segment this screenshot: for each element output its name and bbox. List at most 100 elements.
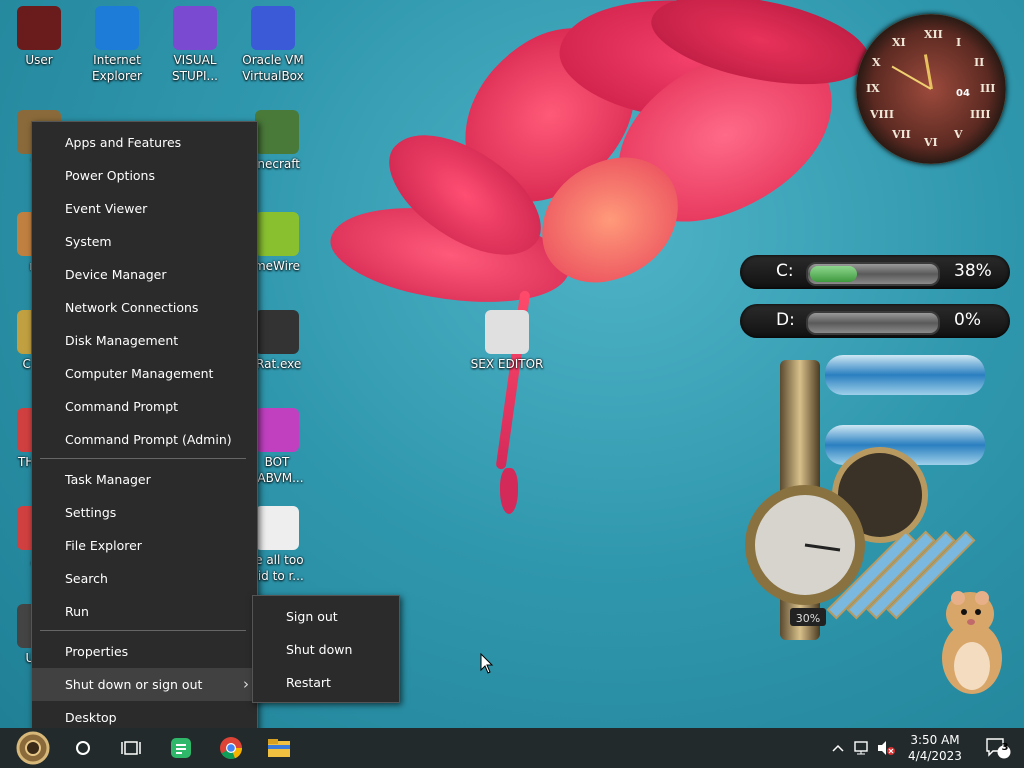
winx-context-menu: Apps and Features Power Options Event View… bbox=[31, 121, 258, 738]
app-icon bbox=[255, 408, 299, 452]
tray-volume-button[interactable] bbox=[874, 728, 898, 768]
app-icon bbox=[255, 506, 299, 550]
menu-item-label: Properties bbox=[65, 644, 129, 659]
taskbar: 3:50 AM 4/4/2023 3 bbox=[0, 728, 1024, 768]
drive-d-meter[interactable]: D: 0% bbox=[740, 304, 1010, 338]
drive-usage-fill bbox=[810, 266, 858, 282]
menu-item-command-prompt[interactable]: Command Prompt bbox=[32, 390, 257, 423]
clock-date-button[interactable]: 3:50 AM 4/4/2023 bbox=[900, 728, 970, 768]
clock-numeral: I bbox=[956, 36, 962, 49]
app-icon bbox=[255, 110, 299, 154]
taskbar-date: 4/4/2023 bbox=[908, 749, 962, 763]
desktop-icon[interactable]: User bbox=[2, 6, 76, 68]
flower-bud bbox=[500, 468, 518, 514]
menu-item-properties[interactable]: Properties bbox=[32, 635, 257, 668]
menu-item-network-connections[interactable]: Network Connections bbox=[32, 291, 257, 324]
taskbar-app-file-explorer[interactable] bbox=[256, 728, 302, 768]
glass-tube bbox=[825, 355, 985, 395]
clock-numeral: VI bbox=[924, 136, 938, 149]
menu-item-label: Command Prompt bbox=[65, 399, 179, 414]
clock-numeral: VII bbox=[892, 128, 911, 141]
menu-item-shut-down-or-sign-out[interactable]: Shut down or sign out › bbox=[32, 668, 257, 701]
menu-item-label: Task Manager bbox=[65, 472, 151, 487]
menu-item-computer-management[interactable]: Computer Management bbox=[32, 357, 257, 390]
menu-item-search[interactable]: Search bbox=[32, 562, 257, 595]
chevron-right-icon: › bbox=[243, 675, 249, 693]
hamster-mascot[interactable] bbox=[936, 578, 1008, 698]
desktop-icon-label: Internet Explorer bbox=[92, 53, 142, 83]
clock-numeral: III bbox=[980, 82, 996, 95]
folder-icon bbox=[268, 739, 290, 757]
menu-item-label: Computer Management bbox=[65, 366, 214, 381]
drive-usage-bar bbox=[806, 262, 940, 286]
menu-item-label: Device Manager bbox=[65, 267, 167, 282]
speaker-muted-icon bbox=[878, 741, 895, 755]
tray-network-button[interactable] bbox=[850, 728, 874, 768]
desktop-icon-label: Oracle VM VirtualBox bbox=[242, 53, 304, 83]
app-icon bbox=[485, 310, 529, 354]
shutdown-submenu: Sign out Shut down Restart bbox=[252, 595, 400, 703]
menu-item-label: Event Viewer bbox=[65, 201, 148, 216]
menu-item-label: System bbox=[65, 234, 112, 249]
menu-item-label: Power Options bbox=[65, 168, 155, 183]
menu-item-task-manager[interactable]: Task Manager bbox=[32, 463, 257, 496]
submenu-item-restart[interactable]: Restart bbox=[253, 666, 399, 699]
menu-item-label: Search bbox=[65, 571, 108, 586]
desktop-icon-label: SEX EDITOR bbox=[470, 357, 544, 371]
drive-label: C: bbox=[776, 261, 794, 281]
menu-item-label: Run bbox=[65, 604, 89, 619]
clock-numeral: II bbox=[974, 56, 985, 69]
menu-item-command-prompt-admin[interactable]: Command Prompt (Admin) bbox=[32, 423, 257, 456]
drive-c-meter[interactable]: C: 38% bbox=[740, 255, 1010, 289]
drive-label: D: bbox=[776, 310, 795, 330]
menu-item-settings[interactable]: Settings bbox=[32, 496, 257, 529]
taskbar-app-chrome[interactable] bbox=[208, 728, 254, 768]
search-button[interactable] bbox=[60, 728, 106, 768]
clock-numeral: X bbox=[872, 56, 881, 69]
task-view-button[interactable] bbox=[108, 728, 154, 768]
notification-count: 3 bbox=[1001, 742, 1009, 753]
drive-percent: 38% bbox=[954, 261, 992, 281]
clock-date: 04 bbox=[956, 88, 970, 99]
desktop-icon[interactable]: VISUAL STUPI... bbox=[158, 6, 232, 84]
app-icon bbox=[173, 6, 217, 50]
tray-show-hidden-button[interactable] bbox=[828, 728, 848, 768]
menu-item-label: Settings bbox=[65, 505, 117, 520]
gauge-reading: 30% bbox=[796, 612, 820, 625]
clock-numeral: IX bbox=[866, 82, 880, 95]
start-button[interactable] bbox=[8, 728, 58, 768]
mouse-cursor bbox=[480, 653, 494, 674]
menu-separator bbox=[40, 458, 246, 459]
submenu-item-sign-out[interactable]: Sign out bbox=[253, 600, 399, 633]
drive-percent: 0% bbox=[954, 310, 981, 330]
app-icon bbox=[95, 6, 139, 50]
menu-item-label: Apps and Features bbox=[65, 135, 182, 150]
clock-numeral: VIII bbox=[870, 108, 894, 121]
app-icon bbox=[17, 6, 61, 50]
menu-item-apps-and-features[interactable]: Apps and Features bbox=[32, 126, 257, 159]
menu-item-event-viewer[interactable]: Event Viewer bbox=[32, 192, 257, 225]
menu-item-device-manager[interactable]: Device Manager bbox=[32, 258, 257, 291]
menu-item-disk-management[interactable]: Disk Management bbox=[32, 324, 257, 357]
action-center-button[interactable]: 3 bbox=[978, 728, 1018, 768]
menu-item-label: Desktop bbox=[65, 710, 117, 725]
menu-item-file-explorer[interactable]: File Explorer bbox=[32, 529, 257, 562]
menu-item-run[interactable]: Run bbox=[32, 595, 257, 628]
clock-widget[interactable]: XII I II III IIII V VI VII VIII IX X XI … bbox=[856, 14, 1006, 164]
desktop-icon[interactable]: Oracle VM VirtualBox bbox=[236, 6, 310, 84]
taskbar-app-chat[interactable] bbox=[158, 728, 204, 768]
app-icon bbox=[251, 6, 295, 50]
menu-separator bbox=[40, 630, 246, 631]
desktop-icon[interactable]: SEX EDITOR bbox=[470, 310, 544, 372]
task-view-icon bbox=[121, 741, 141, 755]
submenu-item-shut-down[interactable]: Shut down bbox=[253, 633, 399, 666]
desktop-icon-label: User bbox=[25, 53, 53, 67]
menu-item-system[interactable]: System bbox=[32, 225, 257, 258]
desktop-icon[interactable]: Internet Explorer bbox=[80, 6, 154, 84]
menu-item-power-options[interactable]: Power Options bbox=[32, 159, 257, 192]
clock-numeral: V bbox=[954, 128, 963, 141]
chevron-up-icon bbox=[832, 744, 844, 752]
taskbar-time: 3:50 AM bbox=[910, 733, 960, 747]
menu-item-label: Disk Management bbox=[65, 333, 179, 348]
gear-icon bbox=[16, 731, 50, 765]
